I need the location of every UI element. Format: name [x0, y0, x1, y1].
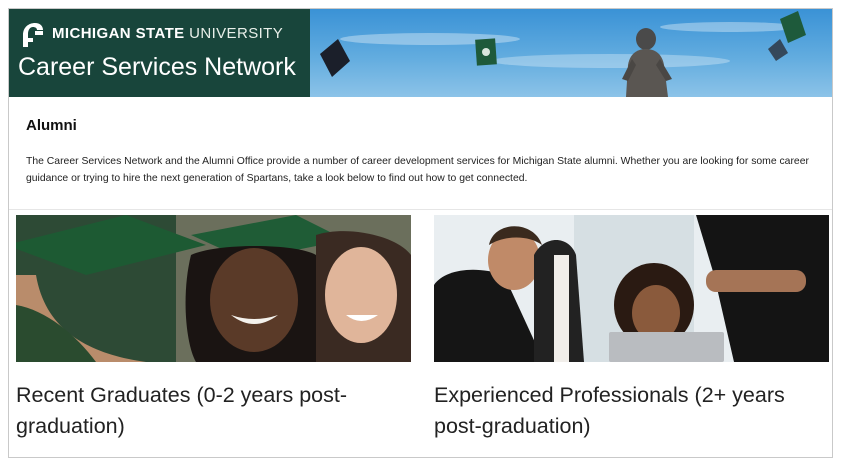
graduation-cap-icon: [768, 39, 788, 61]
professionals-photo[interactable]: [434, 215, 829, 362]
page-title: Alumni: [26, 117, 77, 134]
university-name-light: UNIVERSITY: [189, 25, 284, 42]
banner-scene: [320, 11, 806, 97]
card-experienced-professionals[interactable]: Experienced Professionals (2+ years post…: [434, 215, 829, 442]
alumni-intro-section: Alumni The Career Services Network and t…: [9, 97, 832, 210]
site-header: MICHIGAN STATE UNIVERSITY Career Service…: [9, 9, 832, 97]
card-label-recent-graduates[interactable]: Recent Graduates (0-2 years post-graduat…: [16, 380, 411, 442]
university-name-bold: MICHIGAN STATE: [52, 25, 185, 42]
page-frame: MICHIGAN STATE UNIVERSITY Career Service…: [8, 8, 833, 458]
graduation-cap-icon: [475, 38, 497, 66]
header-banner-image: [310, 9, 832, 97]
spartan-helmet-icon: [23, 23, 43, 47]
card-recent-graduates[interactable]: Recent Graduates (0-2 years post-graduat…: [16, 215, 411, 442]
intro-paragraph: The Career Services Network and the Alum…: [26, 156, 809, 184]
network-title: Career Services Network: [18, 53, 296, 81]
graduation-cap-icon: [320, 39, 350, 77]
graduation-cap-icon: [780, 11, 806, 43]
brand-block[interactable]: MICHIGAN STATE UNIVERSITY Career Service…: [9, 9, 310, 97]
university-name: MICHIGAN STATE UNIVERSITY: [52, 25, 283, 42]
graduates-photo[interactable]: [16, 215, 411, 362]
card-label-experienced-professionals[interactable]: Experienced Professionals (2+ years post…: [434, 380, 829, 442]
